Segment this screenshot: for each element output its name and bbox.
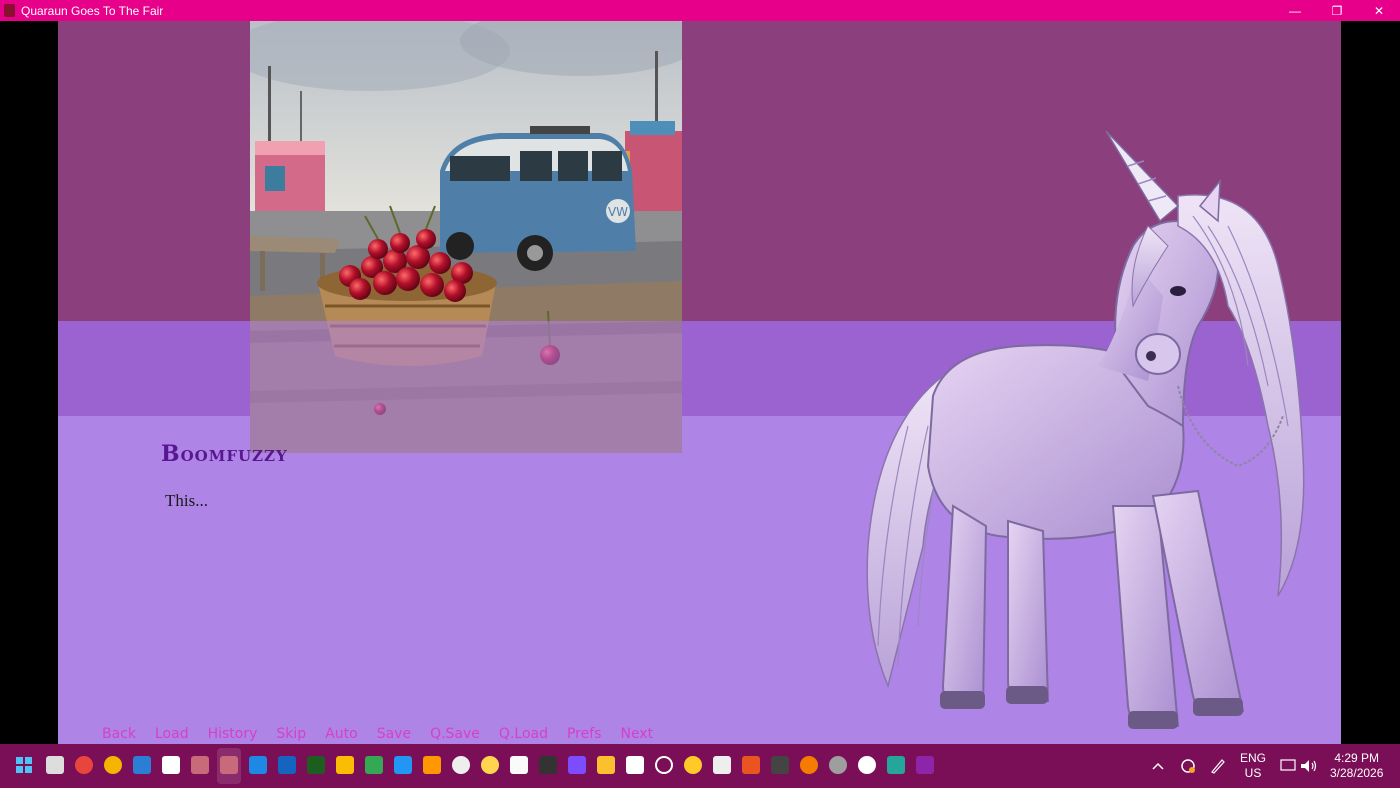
- copilot-icon[interactable]: [568, 756, 586, 774]
- prefs-button[interactable]: Prefs: [567, 726, 601, 742]
- pen-icon[interactable]: [1210, 744, 1226, 788]
- volume-icon[interactable]: [1300, 744, 1318, 788]
- taskbar: ENG US 4:29 PM 3/28/2026: [0, 744, 1400, 788]
- terminal-icon[interactable]: [307, 756, 325, 774]
- window-titlebar: Quaraun Goes To The Fair — ❐ ✕: [0, 0, 1400, 21]
- sheets-icon[interactable]: [365, 756, 383, 774]
- clock[interactable]: 4:29 PM 3/28/2026: [1330, 744, 1383, 788]
- quick-save-button[interactable]: Q.Save: [430, 726, 480, 742]
- close-button[interactable]: ✕: [1358, 0, 1400, 21]
- settings-icon[interactable]: [829, 756, 847, 774]
- save-button[interactable]: Save: [377, 726, 411, 742]
- sync-icon[interactable]: [1180, 744, 1196, 788]
- media-player-icon[interactable]: [858, 756, 876, 774]
- app-icon: [4, 4, 15, 17]
- speaker-name: Boomfuzzy: [161, 441, 288, 467]
- scene-tint-overlay: [250, 321, 682, 453]
- language-indicator[interactable]: ENG US: [1240, 744, 1266, 788]
- pencil-icon[interactable]: [423, 756, 441, 774]
- window-controls: — ❐ ✕: [1274, 0, 1400, 21]
- vscode-icon[interactable]: [249, 756, 267, 774]
- game-viewport[interactable]: VW Boomfuzzy This... Back Load History S…: [58, 21, 1341, 744]
- svg-text:VW: VW: [608, 205, 628, 219]
- letterbox-right: [1341, 21, 1400, 744]
- dialogue-text: This...: [165, 491, 208, 510]
- clock-time: 4:29 PM: [1334, 751, 1380, 765]
- language-region: US: [1244, 766, 1262, 780]
- clipboard-icon[interactable]: [510, 756, 528, 774]
- quick-menu: Back Load History Skip Auto Save Q.Save …: [102, 726, 672, 742]
- history-button[interactable]: History: [208, 726, 258, 742]
- back-button[interactable]: Back: [102, 726, 136, 742]
- load-button[interactable]: Load: [155, 726, 189, 742]
- folder-icon[interactable]: [597, 756, 615, 774]
- file-icon[interactable]: [626, 756, 644, 774]
- photos-icon[interactable]: [394, 756, 412, 774]
- quick-load-button[interactable]: Q.Load: [499, 726, 548, 742]
- ubuntu-icon[interactable]: [742, 756, 760, 774]
- video-editor-icon[interactable]: [916, 756, 934, 774]
- network-icon[interactable]: [1280, 744, 1296, 788]
- restore-button[interactable]: ❐: [1316, 0, 1358, 21]
- blender-icon[interactable]: [800, 756, 818, 774]
- chrome-icon[interactable]: [75, 756, 93, 774]
- gallery-icon[interactable]: [887, 756, 905, 774]
- alien-icon[interactable]: [452, 756, 470, 774]
- pocket-icon[interactable]: [162, 756, 180, 774]
- chrome-icon-2[interactable]: [104, 756, 122, 774]
- unicorn-character-sprite: [848, 126, 1318, 741]
- cat-icon[interactable]: [771, 756, 789, 774]
- language-code: ENG: [1240, 751, 1267, 765]
- game-icon[interactable]: [191, 756, 209, 774]
- task-view-icon[interactable]: [46, 756, 64, 774]
- notepad-icon[interactable]: [278, 756, 296, 774]
- mail-icon[interactable]: [133, 756, 151, 774]
- clock-date: 3/28/2026: [1330, 766, 1384, 780]
- camera-icon[interactable]: [713, 756, 731, 774]
- game-icon-active[interactable]: [220, 756, 238, 774]
- tray-chevron-icon[interactable]: [1152, 744, 1164, 788]
- next-button[interactable]: Next: [620, 726, 653, 742]
- chatgpt-icon[interactable]: [655, 756, 673, 774]
- minimize-button[interactable]: —: [1274, 0, 1316, 21]
- window-title: Quaraun Goes To The Fair: [21, 3, 164, 18]
- auto-button[interactable]: Auto: [325, 726, 358, 742]
- gmail-icon[interactable]: [336, 756, 354, 774]
- start-icon[interactable]: [15, 756, 33, 774]
- letterbox-left: [0, 21, 58, 744]
- emoji-icon[interactable]: [481, 756, 499, 774]
- skip-button[interactable]: Skip: [276, 726, 306, 742]
- wave-icon[interactable]: [684, 756, 702, 774]
- console-icon[interactable]: [539, 756, 557, 774]
